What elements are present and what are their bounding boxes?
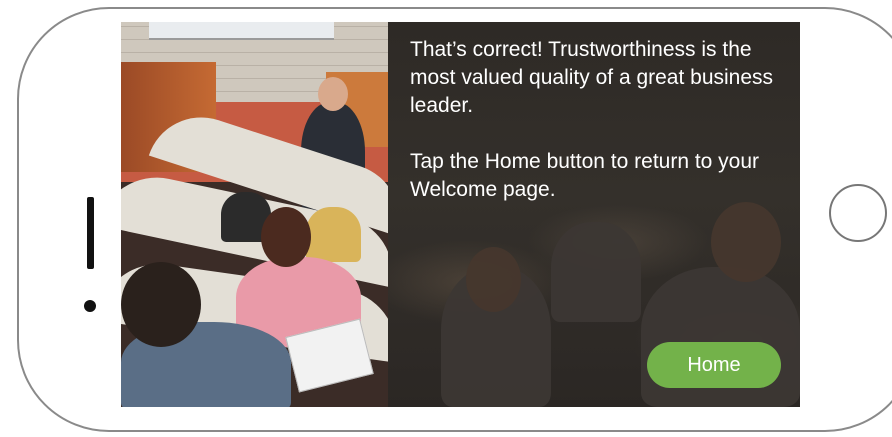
student-3-head	[261, 207, 311, 267]
feedback-message: That’s correct! Trustworthiness is the m…	[410, 36, 795, 232]
home-button-label: Home	[687, 353, 741, 376]
student-4-head	[121, 262, 201, 347]
home-button[interactable]: Home	[647, 342, 781, 388]
phone-screen: That’s correct! Trustworthiness is the m…	[121, 22, 800, 407]
student-2	[306, 207, 361, 262]
instruction-text: Tap the Home button to return to your We…	[410, 150, 760, 201]
lecturer-head	[318, 77, 348, 111]
dark-student-3	[551, 222, 641, 322]
speaker-icon	[87, 197, 94, 269]
camera-icon	[84, 300, 96, 312]
dark-student-1-head	[466, 247, 521, 312]
feedback-text: That’s correct! Trustworthiness is the m…	[410, 38, 774, 117]
whiteboard	[149, 22, 334, 40]
device-home-button[interactable]	[829, 184, 887, 242]
